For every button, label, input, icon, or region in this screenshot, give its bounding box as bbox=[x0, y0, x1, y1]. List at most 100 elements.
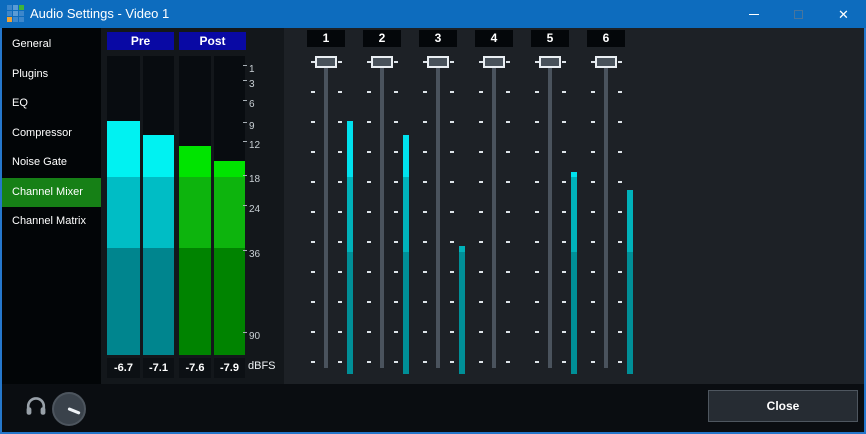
fader-handle[interactable] bbox=[483, 56, 505, 68]
fader-tick bbox=[618, 181, 622, 183]
fader-track[interactable] bbox=[548, 57, 552, 368]
sidebar-item-plugins[interactable]: Plugins bbox=[2, 60, 101, 90]
fader-tick bbox=[394, 61, 398, 63]
meter-value: -6.7 bbox=[107, 358, 140, 378]
fader-tick bbox=[423, 151, 427, 153]
meter-bar-segment bbox=[107, 248, 140, 355]
fader-tick bbox=[591, 151, 595, 153]
fader-tick bbox=[591, 91, 595, 93]
close-button[interactable]: Close bbox=[708, 390, 858, 422]
fader-tick bbox=[338, 151, 342, 153]
channel-header-1: 1 bbox=[307, 30, 345, 47]
fader-tick bbox=[535, 151, 539, 153]
fader-tick bbox=[562, 361, 566, 363]
fader-tick bbox=[591, 271, 595, 273]
fader-tick bbox=[311, 301, 315, 303]
fader-handle[interactable] bbox=[539, 56, 561, 68]
fader-tick bbox=[367, 331, 371, 333]
fader-tick bbox=[423, 271, 427, 273]
meter-bar-segment bbox=[107, 121, 140, 177]
scale-tick-label: 24 bbox=[249, 204, 260, 216]
fader-tick bbox=[506, 271, 510, 273]
fader-tick bbox=[506, 91, 510, 93]
fader-tick bbox=[394, 271, 398, 273]
scale-tick-label: 36 bbox=[249, 249, 260, 261]
fader-tick bbox=[562, 241, 566, 243]
meter-bar-segment bbox=[179, 177, 211, 248]
fader-tick bbox=[394, 211, 398, 213]
fader-tick bbox=[450, 61, 454, 63]
fader-tick bbox=[367, 181, 371, 183]
headphones-icon[interactable] bbox=[26, 397, 46, 416]
fader-tick bbox=[450, 91, 454, 93]
fader-track[interactable] bbox=[604, 57, 608, 368]
fader-track[interactable] bbox=[324, 57, 328, 368]
fader-tick bbox=[423, 211, 427, 213]
fader-tick bbox=[562, 61, 566, 63]
fader-tick bbox=[591, 181, 595, 183]
fader-tick bbox=[618, 121, 622, 123]
fader-tick bbox=[562, 331, 566, 333]
scale-tick-label: 90 bbox=[249, 331, 260, 343]
channel-meter-segment bbox=[403, 252, 409, 374]
fader-tick bbox=[479, 241, 483, 243]
channel-meter-segment bbox=[571, 177, 577, 252]
scale-tick-label: 1 bbox=[249, 64, 255, 76]
fader-tick bbox=[591, 121, 595, 123]
fader-tick bbox=[338, 331, 342, 333]
scale-tick-mark bbox=[243, 332, 247, 333]
fader-track[interactable] bbox=[436, 57, 440, 368]
fader-tick bbox=[479, 331, 483, 333]
channel-meter-segment bbox=[571, 252, 577, 374]
fader-tick bbox=[562, 301, 566, 303]
fader-tick bbox=[535, 301, 539, 303]
fader-tick bbox=[562, 91, 566, 93]
sidebar-item-channel-mixer[interactable]: Channel Mixer bbox=[2, 178, 101, 208]
meter-bar-segment bbox=[179, 146, 211, 177]
monitor-volume-knob[interactable] bbox=[52, 392, 86, 426]
fader-tick bbox=[562, 121, 566, 123]
fader-tick bbox=[591, 211, 595, 213]
fader-tick bbox=[535, 211, 539, 213]
fader-tick bbox=[338, 91, 342, 93]
channel-header-4: 4 bbox=[475, 30, 513, 47]
fader-tick bbox=[367, 271, 371, 273]
sidebar-item-noise-gate[interactable]: Noise Gate bbox=[2, 148, 101, 178]
scale-tick-label: 3 bbox=[249, 79, 255, 91]
fader-handle[interactable] bbox=[595, 56, 617, 68]
fader-tick bbox=[311, 181, 315, 183]
fader-tick bbox=[506, 331, 510, 333]
fader-tick bbox=[311, 331, 315, 333]
fader-tick bbox=[311, 271, 315, 273]
fader-tick bbox=[367, 151, 371, 153]
fader-handle[interactable] bbox=[315, 56, 337, 68]
fader-tick bbox=[535, 361, 539, 363]
fader-tick bbox=[423, 361, 427, 363]
sidebar-item-compressor[interactable]: Compressor bbox=[2, 119, 101, 149]
fader-tick bbox=[450, 301, 454, 303]
fader-tick bbox=[450, 241, 454, 243]
fader-tick bbox=[591, 331, 595, 333]
fader-tick bbox=[618, 61, 622, 63]
fader-tick bbox=[394, 181, 398, 183]
fader-handle[interactable] bbox=[371, 56, 393, 68]
meter-bar-segment bbox=[107, 177, 140, 248]
fader-tick bbox=[450, 361, 454, 363]
fader-track[interactable] bbox=[380, 57, 384, 368]
fader-tick bbox=[479, 91, 483, 93]
fader-handle[interactable] bbox=[427, 56, 449, 68]
fader-tick bbox=[394, 121, 398, 123]
channel-meter-segment bbox=[627, 190, 633, 252]
fader-track[interactable] bbox=[492, 57, 496, 368]
sidebar-item-channel-matrix[interactable]: Channel Matrix bbox=[2, 207, 101, 237]
generated-layer: GeneralPluginsEQCompressorNoise GateChan… bbox=[0, 0, 866, 434]
scale-tick-mark bbox=[243, 250, 247, 251]
sidebar-item-general[interactable]: General bbox=[2, 30, 101, 60]
fader-tick bbox=[618, 271, 622, 273]
sidebar-item-eq[interactable]: EQ bbox=[2, 89, 101, 119]
fader-tick bbox=[479, 181, 483, 183]
meter-bar-segment bbox=[143, 135, 174, 177]
meter-bar-segment bbox=[143, 248, 174, 355]
meter-value: -7.6 bbox=[179, 358, 211, 378]
scale-tick-mark bbox=[243, 205, 247, 206]
